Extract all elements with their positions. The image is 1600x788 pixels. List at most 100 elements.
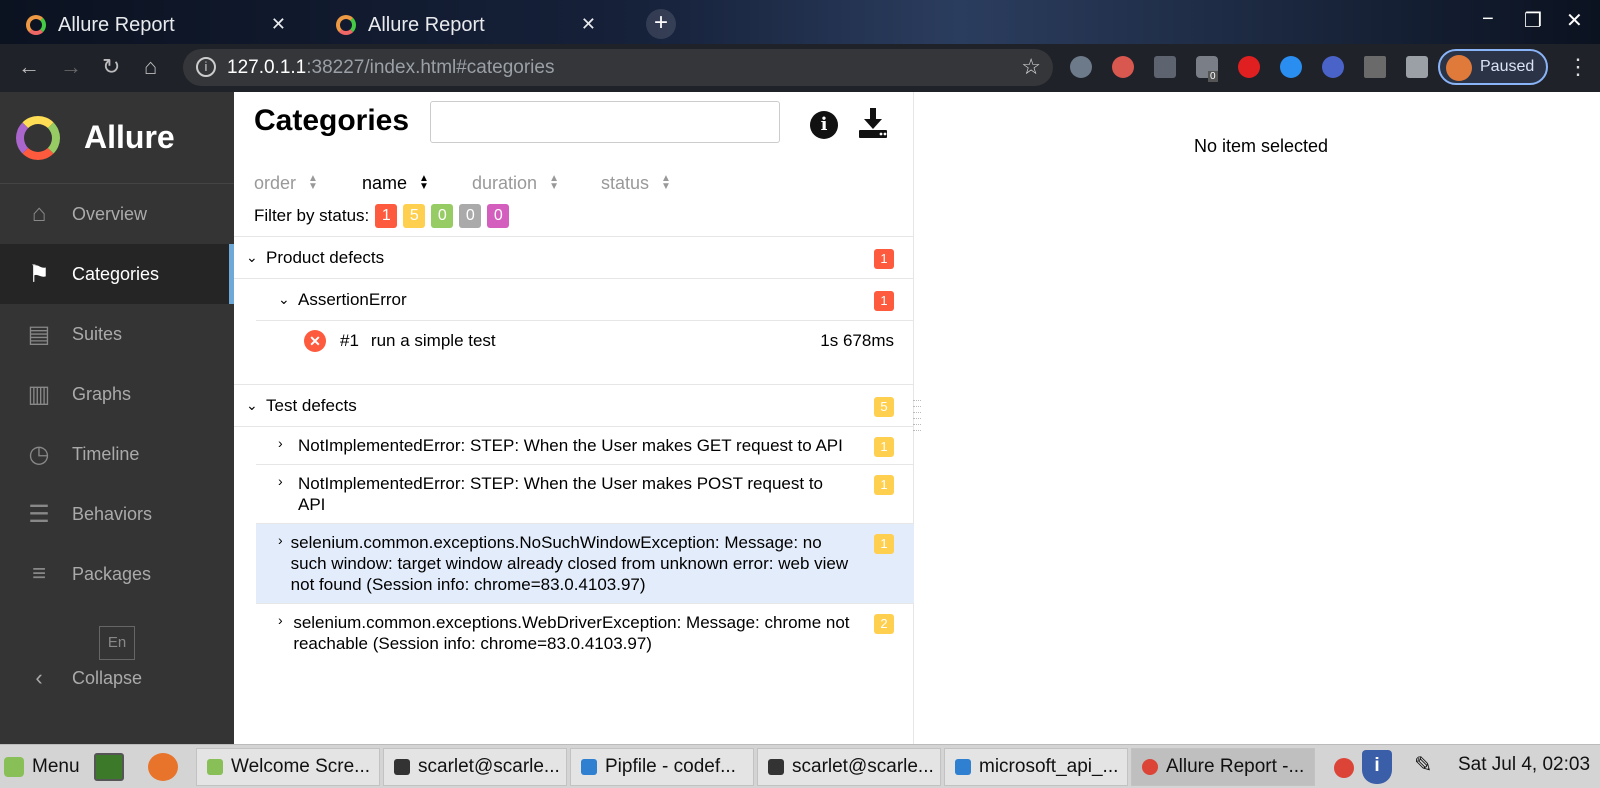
subgroup-row[interactable]: › NotImplementedError: STEP: When the Us… bbox=[256, 465, 914, 524]
close-window-icon[interactable]: ✕ bbox=[1566, 8, 1583, 33]
sort-name[interactable]: name ▲ ▼ bbox=[362, 168, 442, 198]
search-input[interactable] bbox=[430, 101, 780, 143]
taskbar-window-label: Welcome Scre... bbox=[231, 756, 371, 777]
stop-hand-extension-icon[interactable] bbox=[1238, 56, 1260, 78]
sidebar-item-packages[interactable]: ≡ Packages bbox=[0, 544, 234, 604]
subgroup-count-badge: 1 bbox=[874, 437, 894, 457]
maximize-icon[interactable]: ❐ bbox=[1524, 8, 1542, 33]
filter-skipped-toggle[interactable]: 0 bbox=[459, 204, 482, 228]
kebab-menu-icon[interactable]: ⋮ bbox=[1567, 54, 1589, 80]
filter-unknown-toggle[interactable]: 0 bbox=[487, 204, 510, 228]
extension-badge: 0 bbox=[1208, 71, 1218, 82]
tab-title: Allure Report bbox=[58, 13, 175, 36]
update-shield-icon[interactable]: i bbox=[1362, 750, 1392, 784]
align-left-icon: ≡ bbox=[31, 560, 46, 587]
taskbar-window[interactable]: Welcome Scre... bbox=[196, 748, 380, 786]
bookmark-star-icon[interactable]: ☆ bbox=[1021, 54, 1041, 80]
group-count-badge: 1 bbox=[874, 249, 894, 269]
taskbar-window[interactable]: microsoft_api_... bbox=[944, 748, 1128, 786]
site-info-icon[interactable]: i bbox=[196, 57, 216, 77]
forward-icon[interactable]: → bbox=[60, 54, 82, 80]
taskbar-window[interactable]: scarlet@scarle... bbox=[757, 748, 941, 786]
mint-logo-icon bbox=[4, 757, 24, 777]
new-tab-button[interactable]: + bbox=[646, 9, 676, 39]
chevron-down-icon: ⌄ bbox=[246, 249, 258, 265]
firefox-launcher-icon[interactable] bbox=[148, 753, 178, 781]
flag-extension-icon[interactable] bbox=[1364, 56, 1386, 78]
terminal-icon bbox=[768, 759, 784, 775]
taskbar-window[interactable]: Allure Report -... bbox=[1131, 748, 1315, 786]
globe-extension-icon[interactable] bbox=[1070, 56, 1092, 78]
subgroup-assertionerror[interactable]: ⌄ AssertionError 1 bbox=[256, 279, 914, 321]
profile-button[interactable]: Paused bbox=[1438, 49, 1548, 85]
taskbar-window-label: microsoft_api_... bbox=[979, 756, 1119, 777]
browser-tab[interactable]: Allure Report ✕ bbox=[310, 6, 610, 44]
sort-label: status bbox=[601, 172, 650, 193]
back-icon[interactable]: ← bbox=[18, 54, 40, 80]
close-icon[interactable]: ✕ bbox=[581, 14, 596, 35]
sync-extension-icon[interactable] bbox=[1280, 56, 1302, 78]
pane-splitter[interactable] bbox=[913, 400, 921, 440]
category-group[interactable]: ⌄ Product defects 1 bbox=[234, 237, 914, 279]
clock[interactable]: Sat Jul 4, 02:03 bbox=[1458, 754, 1590, 776]
sort-order[interactable]: order ▲ ▼ bbox=[254, 168, 332, 198]
eyes-extension-icon[interactable] bbox=[1112, 56, 1134, 78]
group-count-badge: 5 bbox=[874, 397, 894, 417]
sort-status[interactable]: status ▲ ▼ bbox=[601, 168, 671, 198]
puzzle-extensions-icon[interactable] bbox=[1406, 56, 1428, 78]
page-title: Categories bbox=[254, 104, 410, 137]
profile-status: Paused bbox=[1480, 58, 1535, 75]
sidebar-item-graphs[interactable]: ▥ Graphs bbox=[0, 364, 234, 424]
brand[interactable]: Allure bbox=[0, 92, 234, 184]
language-button[interactable]: En bbox=[99, 626, 135, 660]
dots-extension-icon[interactable] bbox=[1154, 56, 1176, 78]
mint-welcome-icon bbox=[207, 759, 223, 775]
collapse-button[interactable]: ‹ Collapse bbox=[24, 658, 142, 698]
filter-failed-toggle[interactable]: 1 bbox=[375, 204, 398, 228]
sidebar-item-behaviors[interactable]: ☰ Behaviors bbox=[0, 484, 234, 544]
test-name: run a simple test bbox=[370, 331, 496, 350]
subgroup-row[interactable]: › selenium.common.exceptions.NoSuchWindo… bbox=[256, 524, 914, 604]
chevron-left-icon: ‹ bbox=[35, 665, 43, 690]
allure-logo-icon bbox=[16, 115, 60, 160]
taskbar-window[interactable]: scarlet@scarle... bbox=[383, 748, 567, 786]
sidebar-item-label: Timeline bbox=[72, 443, 140, 464]
start-menu-button[interactable]: Menu bbox=[4, 751, 80, 783]
info-icon[interactable]: i bbox=[810, 111, 838, 139]
taskbar-window[interactable]: Pipfile - codef... bbox=[570, 748, 754, 786]
subgroup-row[interactable]: › selenium.common.exceptions.WebDriverEx… bbox=[256, 604, 914, 662]
sort-label: order bbox=[254, 172, 297, 193]
sidebar: Allure ⌂ Overview ⚑ Categories ▤ Suites … bbox=[0, 92, 234, 744]
reload-icon[interactable]: ↻ bbox=[102, 54, 120, 80]
filter-passed-toggle[interactable]: 0 bbox=[431, 204, 454, 228]
sort-duration[interactable]: duration ▲ ▼ bbox=[472, 168, 571, 198]
download-icon[interactable] bbox=[856, 106, 890, 140]
address-bar[interactable]: i 127.0.1.1:38227/index.html#categories … bbox=[183, 49, 1053, 86]
group-name: Product defects bbox=[266, 247, 385, 267]
sidebar-item-overview[interactable]: ⌂ Overview bbox=[0, 184, 234, 244]
test-duration: 1s 678ms bbox=[820, 331, 894, 350]
sidebar-item-label: Behaviors bbox=[72, 503, 153, 524]
subgroup-name: NotImplementedError: STEP: When the User… bbox=[298, 474, 823, 514]
browser-tab-bar: Allure Report ✕ Allure Report ✕ + − ❐ ✕ bbox=[0, 0, 1600, 44]
terminal-launcher-icon[interactable] bbox=[94, 753, 124, 781]
filter-broken-toggle[interactable]: 5 bbox=[403, 204, 426, 228]
chevron-right-icon: › bbox=[278, 612, 283, 628]
sidebar-item-suites[interactable]: ▤ Suites bbox=[0, 304, 234, 364]
test-case-row[interactable]: ✕ #1 run a simple test 1s 678ms bbox=[234, 321, 914, 361]
network-icon[interactable]: ✎ bbox=[1414, 752, 1432, 784]
subgroup-row[interactable]: › NotImplementedError: STEP: When the Us… bbox=[256, 427, 914, 465]
chrome-tray-icon[interactable] bbox=[1334, 758, 1354, 778]
subgroup-count-badge: 1 bbox=[874, 475, 894, 495]
home-icon[interactable]: ⌂ bbox=[144, 54, 157, 80]
category-group[interactable]: ⌄ Test defects 5 bbox=[234, 385, 914, 427]
sort-bar: order ▲ ▼ name ▲ ▼ duration ▲ ▼ status ▲ ▼ bbox=[254, 168, 701, 198]
minimize-icon[interactable]: − bbox=[1482, 8, 1494, 31]
browser-tab[interactable]: Allure Report ✕ bbox=[0, 6, 300, 44]
group-name: Test defects bbox=[266, 395, 357, 415]
sidebar-item-timeline[interactable]: ◷ Timeline bbox=[0, 424, 234, 484]
block-extension-icon[interactable] bbox=[1322, 56, 1344, 78]
empty-state-text: No item selected bbox=[1193, 136, 1329, 156]
sidebar-item-categories[interactable]: ⚑ Categories bbox=[0, 244, 234, 304]
close-icon[interactable]: ✕ bbox=[271, 14, 286, 35]
